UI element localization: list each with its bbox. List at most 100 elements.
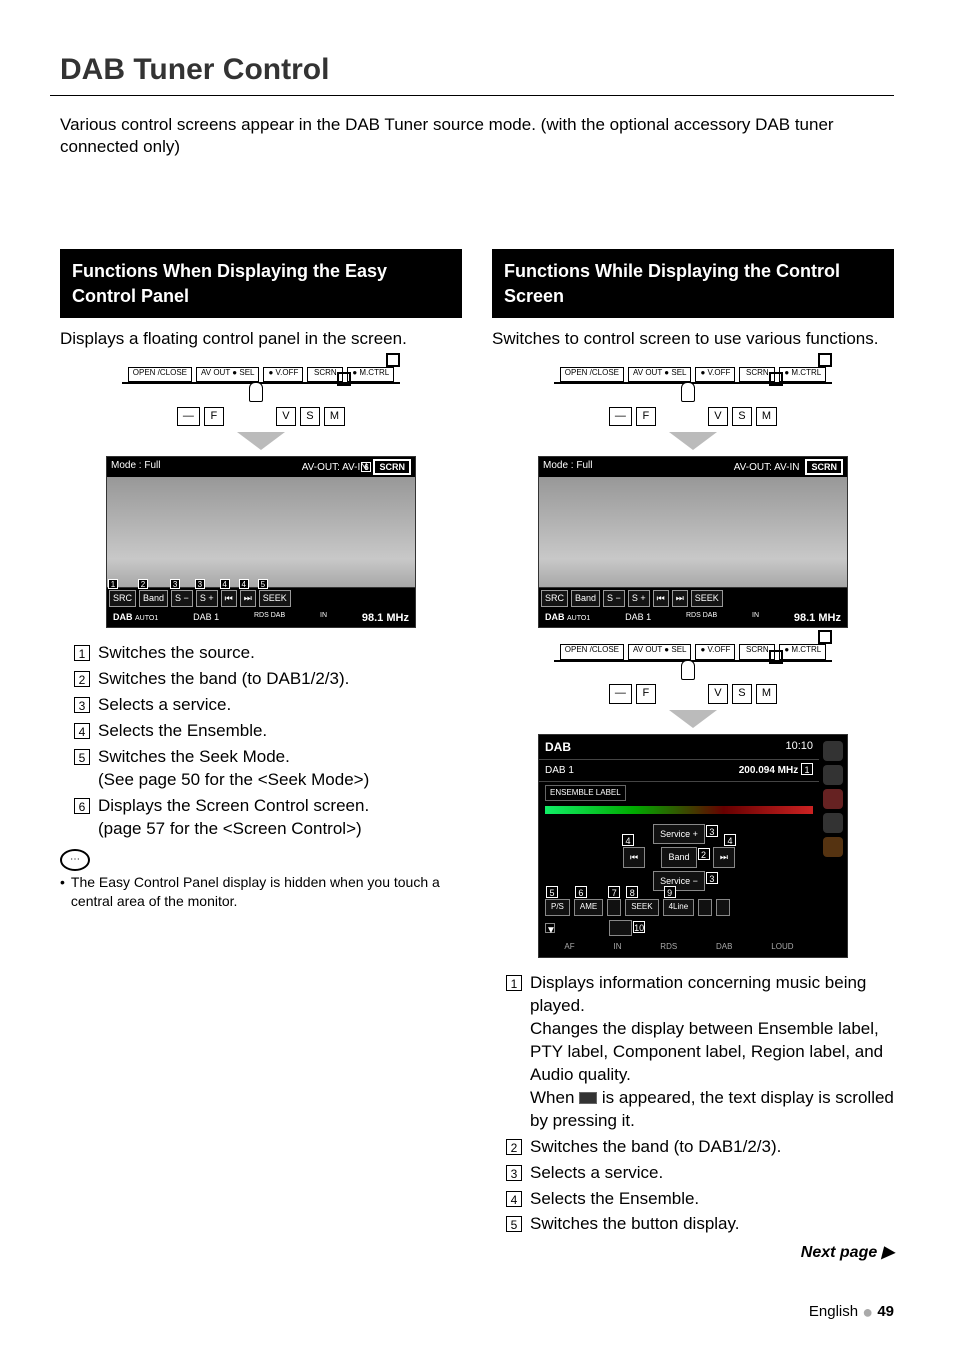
- right-heading: Functions While Displaying the Control S…: [492, 249, 894, 318]
- left-item-6: Displays the Screen Control screen.: [98, 796, 369, 815]
- page-footer: English ● 49: [809, 1300, 894, 1324]
- left-heading: Functions When Displaying the Easy Contr…: [60, 249, 462, 318]
- right-numbered-list: 1Displays information concerning music b…: [492, 972, 894, 1236]
- pill-prev: ⏮: [653, 590, 669, 606]
- btn-s: S: [300, 407, 320, 427]
- pill-seek: SEEK: [691, 590, 723, 606]
- scroll-icon: [579, 1092, 597, 1104]
- right-buttonbar-3: OPEN /CLOSE AV OUT ● SEL ● V.OFF SCRN ● …: [492, 642, 894, 661]
- btn-dash: —: [609, 407, 632, 427]
- left-numbered-list: 1Switches the source. 2Switches the band…: [60, 642, 462, 841]
- ctrl-gap: 7: [607, 899, 621, 916]
- pill-next: 4⏭: [240, 590, 256, 606]
- btn-m: M: [756, 684, 777, 704]
- callout-1: 1: [801, 763, 813, 775]
- ctrl-side-icons: [819, 735, 847, 957]
- left-item-6-sub: (page 57 for the <Screen Control>): [98, 818, 462, 841]
- btn-open-close: OPEN /CLOSE: [128, 367, 192, 382]
- right-buttonbar-4: — F V S M: [492, 662, 894, 704]
- ctrl-preset: DAB 1: [545, 764, 574, 778]
- shot-avout: AV-OUT: AV-IN: [302, 461, 368, 475]
- btn-v: V: [708, 407, 728, 427]
- pill-src: SRC: [541, 590, 568, 606]
- chevron-down-icon: [669, 432, 717, 450]
- note-bullet: •: [60, 873, 65, 911]
- ctrl-blank: [716, 899, 730, 916]
- ctrl-blank: [698, 899, 712, 916]
- btn-v-off: ● V.OFF: [263, 367, 303, 382]
- side-icon: [823, 789, 843, 809]
- right-item-3: Selects a service.: [530, 1163, 663, 1182]
- right-item-5: Switches the button display.: [530, 1214, 739, 1233]
- right-control-shot: Mode : Full AV-OUT: AV-IN SCRN SRC Band …: [538, 456, 848, 628]
- pill-splus: S +: [628, 590, 650, 606]
- left-item-5-sub: (See page 50 for the <Seek Mode>): [98, 769, 462, 792]
- left-item-4: Selects the Ensemble.: [98, 721, 267, 740]
- page-title: DAB Tuner Control: [50, 50, 894, 96]
- btn-s: S: [732, 684, 752, 704]
- right-buttonbar-2: — F V S M: [492, 384, 894, 426]
- left-control-shot: Mode : Full AV-OUT: AV-IN 6 SCRN 1SRC 2B…: [106, 456, 416, 628]
- ctrl-seek: 8SEEK: [625, 899, 658, 916]
- side-icon: [823, 741, 843, 761]
- right-buttonbar: OPEN /CLOSE AV OUT ● SEL ● V.OFF SCRN ● …: [492, 365, 894, 384]
- btn-mctrl: ● M.CTRL: [779, 367, 826, 382]
- next-page-link: Next page ▶: [492, 1242, 894, 1264]
- btn-m: M: [324, 407, 345, 427]
- ctrl-ensemble-label: ENSEMBLE LABEL: [545, 785, 626, 802]
- right-item-1-extra-a: Changes the display between Ensemble lab…: [530, 1018, 894, 1087]
- pill-next: ⏭: [672, 590, 688, 606]
- note-row: ⋯: [60, 849, 462, 871]
- btn-f: F: [636, 684, 656, 704]
- btn-f: F: [636, 407, 656, 427]
- ctrl-title: DAB: [545, 739, 571, 755]
- left-item-5: Switches the Seek Mode.: [98, 747, 290, 766]
- left-buttonbar: OPEN /CLOSE AV OUT ● SEL ● V.OFF SCRN ● …: [60, 365, 462, 384]
- btn-v-off: ● V.OFF: [695, 367, 735, 382]
- ctrl-footer-btn: 10: [609, 920, 632, 937]
- shot-scrn-button: SCRN: [805, 459, 843, 475]
- btn-v-off: ● V.OFF: [695, 644, 735, 659]
- ctrl-ame: 6AME: [574, 899, 603, 916]
- btn-f: F: [204, 407, 224, 427]
- ctrl-service-plus: 3Service +: [653, 824, 705, 844]
- shot-mode: Mode : Full: [111, 459, 160, 475]
- shot-scrn-button: 6 SCRN: [373, 459, 411, 475]
- ctrl-time: 10:10: [785, 739, 813, 755]
- btn-dash: —: [609, 684, 632, 704]
- pill-splus: 3S +: [196, 590, 218, 606]
- side-icon: [823, 765, 843, 785]
- side-icon: [823, 813, 843, 833]
- btn-av-out-sel: AV OUT ● SEL: [628, 644, 691, 659]
- btn-dash: —: [177, 407, 200, 427]
- touch-finger-icon: [678, 386, 696, 426]
- control-screen-shot: DAB 10:10 DAB 1 200.094 MHz 1 ENSEMBLE L…: [538, 734, 848, 958]
- ctrl-freq: 200.094 MHz: [739, 765, 798, 776]
- shot-mode: Mode : Full: [543, 459, 592, 475]
- note-text: The Easy Control Panel display is hidden…: [71, 873, 462, 911]
- right-item-1-extra-b: When is appeared, the text display is sc…: [530, 1087, 894, 1133]
- btn-mctrl: ● M.CTRL: [347, 367, 394, 382]
- btn-av-out-sel: AV OUT ● SEL: [196, 367, 259, 382]
- left-desc: Displays a floating control panel in the…: [60, 328, 462, 351]
- column-right: Functions While Displaying the Control S…: [492, 249, 894, 1264]
- btn-open-close: OPEN /CLOSE: [560, 367, 624, 382]
- btn-av-out-sel: AV OUT ● SEL: [628, 367, 691, 382]
- right-desc: Switches to control screen to use variou…: [492, 328, 894, 351]
- btn-v: V: [708, 684, 728, 704]
- ctrl-4line: 94Line: [663, 899, 695, 916]
- note-icon: ⋯: [60, 849, 90, 871]
- btn-open-close: OPEN /CLOSE: [560, 644, 624, 659]
- touch-finger-icon: [246, 386, 264, 426]
- side-icon: [823, 837, 843, 857]
- shot-video-area: [107, 477, 415, 587]
- ctrl-prev: 4⏮: [623, 847, 645, 867]
- btn-s: S: [732, 407, 752, 427]
- pill-sminus: 3S −: [171, 590, 193, 606]
- ctrl-ps: 5P/S: [545, 899, 570, 916]
- left-item-2: Switches the band (to DAB1/2/3).: [98, 669, 349, 688]
- ctrl-waveform: [545, 806, 813, 814]
- intro-text: Various control screens appear in the DA…: [60, 114, 880, 160]
- pill-seek: 5SEEK: [259, 590, 291, 606]
- pill-sminus: S −: [603, 590, 625, 606]
